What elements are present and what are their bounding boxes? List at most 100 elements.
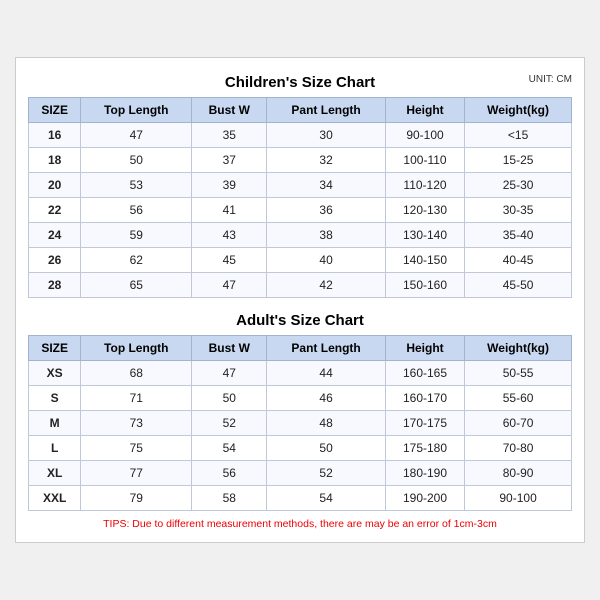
- table-cell: 59: [81, 223, 192, 248]
- table-cell: 58: [192, 486, 267, 511]
- table-cell: 120-130: [385, 198, 464, 223]
- table-cell: <15: [465, 123, 572, 148]
- table-cell: 130-140: [385, 223, 464, 248]
- table-cell: 35-40: [465, 223, 572, 248]
- table-cell: 52: [267, 461, 386, 486]
- table-cell: 170-175: [385, 411, 464, 436]
- table-cell: 50-55: [465, 361, 572, 386]
- adult-header-row: SIZE Top Length Bust W Pant Length Heigh…: [29, 336, 572, 361]
- table-cell: 46: [267, 386, 386, 411]
- table-cell: 70-80: [465, 436, 572, 461]
- table-cell: 25-30: [465, 173, 572, 198]
- table-cell: 75: [81, 436, 192, 461]
- table-cell: 55-60: [465, 386, 572, 411]
- table-row: 20533934110-12025-30: [29, 173, 572, 198]
- table-row: M735248170-17560-70: [29, 411, 572, 436]
- col-size: SIZE: [29, 336, 81, 361]
- table-cell: 45-50: [465, 273, 572, 298]
- table-cell: 50: [267, 436, 386, 461]
- table-cell: 175-180: [385, 436, 464, 461]
- table-cell: 24: [29, 223, 81, 248]
- table-row: 26624540140-15040-45: [29, 248, 572, 273]
- table-cell: 32: [267, 148, 386, 173]
- children-body: 1647353090-100<1518503732100-11015-25205…: [29, 123, 572, 298]
- col-bust-w: Bust W: [192, 98, 267, 123]
- table-cell: M: [29, 411, 81, 436]
- table-cell: XS: [29, 361, 81, 386]
- table-cell: 15-25: [465, 148, 572, 173]
- col-bust-w: Bust W: [192, 336, 267, 361]
- table-row: 1647353090-100<15: [29, 123, 572, 148]
- table-cell: 43: [192, 223, 267, 248]
- table-cell: 190-200: [385, 486, 464, 511]
- table-row: XS684744160-16550-55: [29, 361, 572, 386]
- table-cell: 22: [29, 198, 81, 223]
- table-cell: 47: [192, 361, 267, 386]
- children-header-row: SIZE Top Length Bust W Pant Length Heigh…: [29, 98, 572, 123]
- table-cell: 180-190: [385, 461, 464, 486]
- adult-body: XS684744160-16550-55S715046160-17055-60M…: [29, 361, 572, 511]
- col-size: SIZE: [29, 98, 81, 123]
- table-cell: 79: [81, 486, 192, 511]
- table-cell: 80-90: [465, 461, 572, 486]
- children-section-title: Children's Size Chart UNIT: CM: [28, 68, 572, 93]
- table-cell: 68: [81, 361, 192, 386]
- table-cell: 38: [267, 223, 386, 248]
- table-row: XXL795854190-20090-100: [29, 486, 572, 511]
- table-row: XL775652180-19080-90: [29, 461, 572, 486]
- table-cell: 52: [192, 411, 267, 436]
- table-cell: 54: [192, 436, 267, 461]
- children-title-text: Children's Size Chart: [225, 74, 375, 91]
- table-cell: 20: [29, 173, 81, 198]
- table-cell: 40: [267, 248, 386, 273]
- table-cell: 140-150: [385, 248, 464, 273]
- table-cell: 65: [81, 273, 192, 298]
- table-cell: 36: [267, 198, 386, 223]
- table-cell: 30: [267, 123, 386, 148]
- table-cell: 160-170: [385, 386, 464, 411]
- table-cell: 16: [29, 123, 81, 148]
- table-cell: 110-120: [385, 173, 464, 198]
- table-cell: 71: [81, 386, 192, 411]
- table-cell: 54: [267, 486, 386, 511]
- table-cell: 34: [267, 173, 386, 198]
- table-cell: 18: [29, 148, 81, 173]
- table-cell: 45: [192, 248, 267, 273]
- table-row: 28654742150-16045-50: [29, 273, 572, 298]
- table-cell: 42: [267, 273, 386, 298]
- table-cell: 40-45: [465, 248, 572, 273]
- col-pant-length: Pant Length: [267, 336, 386, 361]
- table-cell: 160-165: [385, 361, 464, 386]
- table-cell: 47: [192, 273, 267, 298]
- adult-section-title: Adult's Size Chart: [28, 306, 572, 331]
- col-weight: Weight(kg): [465, 336, 572, 361]
- adult-title-text: Adult's Size Chart: [236, 312, 364, 329]
- table-cell: 90-100: [385, 123, 464, 148]
- col-height: Height: [385, 98, 464, 123]
- table-row: S715046160-17055-60: [29, 386, 572, 411]
- table-cell: 47: [81, 123, 192, 148]
- table-cell: 26: [29, 248, 81, 273]
- col-height: Height: [385, 336, 464, 361]
- table-row: 24594338130-14035-40: [29, 223, 572, 248]
- unit-label: UNIT: CM: [529, 74, 572, 85]
- table-cell: 37: [192, 148, 267, 173]
- table-cell: 35: [192, 123, 267, 148]
- table-cell: 77: [81, 461, 192, 486]
- table-cell: 44: [267, 361, 386, 386]
- table-cell: 100-110: [385, 148, 464, 173]
- table-cell: 90-100: [465, 486, 572, 511]
- table-cell: 48: [267, 411, 386, 436]
- col-weight: Weight(kg): [465, 98, 572, 123]
- table-cell: 150-160: [385, 273, 464, 298]
- table-cell: S: [29, 386, 81, 411]
- table-cell: 73: [81, 411, 192, 436]
- tips-text: TIPS: Due to different measurement metho…: [28, 518, 572, 532]
- table-cell: 41: [192, 198, 267, 223]
- table-row: 18503732100-11015-25: [29, 148, 572, 173]
- table-cell: 30-35: [465, 198, 572, 223]
- table-cell: 62: [81, 248, 192, 273]
- table-cell: 53: [81, 173, 192, 198]
- table-cell: 56: [192, 461, 267, 486]
- table-cell: 56: [81, 198, 192, 223]
